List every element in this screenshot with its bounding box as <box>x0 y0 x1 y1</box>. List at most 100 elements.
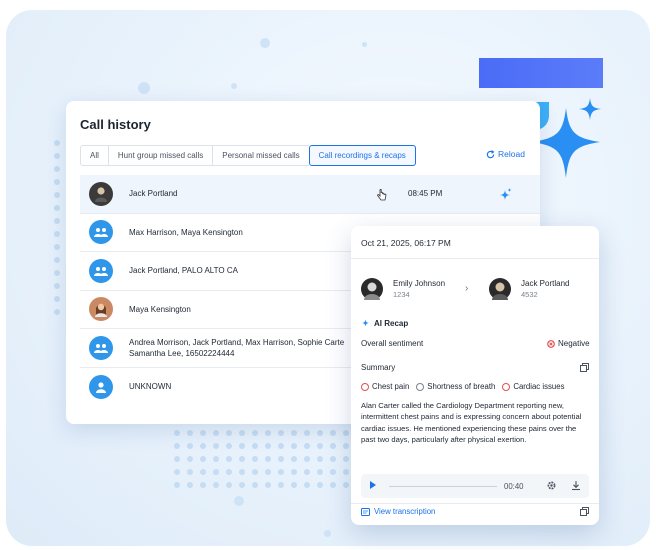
decor-dot <box>187 443 193 449</box>
decor-dot <box>330 456 336 462</box>
caller-name: Emily Johnson <box>393 279 446 288</box>
row-contact-name: Jack Portland <box>129 189 178 199</box>
decor-dot <box>213 430 219 436</box>
decor-dot <box>213 469 219 475</box>
ai-recap-sparkle-icon[interactable] <box>499 188 512 201</box>
row-contact-name: Max Harrison, Maya Kensington <box>129 227 243 237</box>
copy-icon[interactable] <box>580 507 589 516</box>
group-icon <box>89 220 113 245</box>
decor-dot <box>226 456 232 462</box>
decor-dot <box>226 482 232 488</box>
tag-shortness-of-breath: Shortness of breath <box>416 382 495 391</box>
sentiment-value: Negative <box>558 339 590 348</box>
decor-dot <box>265 469 271 475</box>
tag-chest-pain: Chest pain <box>361 382 409 391</box>
gear-icon[interactable] <box>546 480 557 491</box>
play-icon[interactable] <box>370 481 376 489</box>
sentiment-badge: Negative <box>547 339 590 348</box>
reload-button[interactable]: Reload <box>486 149 525 159</box>
copy-icon[interactable] <box>580 363 589 372</box>
chevron-right-icon: › <box>465 283 469 294</box>
avatar <box>489 278 511 300</box>
decor-dot <box>317 430 323 436</box>
decor-dot <box>291 469 297 475</box>
view-transcription-label: View transcription <box>374 507 436 516</box>
decor-dot <box>362 42 367 47</box>
audio-progress-track[interactable] <box>389 485 497 487</box>
decor-dot <box>239 443 245 449</box>
decor-dot <box>265 443 271 449</box>
decor-dot <box>54 244 60 250</box>
avatar <box>89 181 113 206</box>
decor-dot <box>200 430 206 436</box>
ai-recap-heading: AI Recap <box>361 318 408 328</box>
table-row[interactable]: Jack Portland 08:45 PM <box>80 175 540 214</box>
decor-dot <box>200 456 206 462</box>
decor-dot <box>343 456 349 462</box>
decor-dot <box>200 482 206 488</box>
tag-label: Shortness of breath <box>427 382 496 391</box>
decor-dot <box>138 82 150 94</box>
filter-tabs: All Hunt group missed calls Personal mis… <box>80 145 416 166</box>
decor-dot <box>304 456 310 462</box>
tab-all[interactable]: All <box>80 145 108 166</box>
decor-dot <box>260 38 270 48</box>
decor-dot <box>231 83 237 89</box>
view-transcription-link[interactable]: View transcription <box>361 507 435 516</box>
sparkle-icon <box>362 319 369 327</box>
reload-icon <box>486 149 495 158</box>
decor-dot <box>54 179 60 185</box>
decor-dot <box>187 482 193 488</box>
decor-dot <box>343 482 349 488</box>
decor-dot <box>265 482 271 488</box>
group-icon <box>89 258 113 283</box>
callee-info: Jack Portland 4532 <box>489 278 569 300</box>
decor-dot <box>278 482 284 488</box>
transcript-icon <box>361 507 370 516</box>
decor-dot <box>252 430 258 436</box>
decor-bar-top <box>479 58 603 88</box>
caller-name-block: Emily Johnson 1234 <box>393 278 445 300</box>
symptom-tags: Chest pain Shortness of breath Cardiac i… <box>361 382 564 391</box>
decor-dot <box>343 430 349 436</box>
decor-dot <box>239 469 245 475</box>
decor-dot <box>174 482 180 488</box>
decor-dot <box>252 443 258 449</box>
row-name-line1: Andrea Morrison, Jack Portland, Max Harr… <box>129 337 345 347</box>
tab-call-recordings[interactable]: Call recordings & recaps <box>308 145 416 166</box>
summary-text: Alan Carter called the Cardiology Depart… <box>361 401 582 445</box>
decor-dot <box>187 456 193 462</box>
tab-hunt-group-missed[interactable]: Hunt group missed calls <box>107 145 213 166</box>
tab-personal-missed[interactable]: Personal missed calls <box>212 145 309 166</box>
decor-dot <box>343 443 349 449</box>
decor-dot <box>330 469 336 475</box>
ai-recap-card: Oct 21, 2025, 06:17 PM Emily Johnson 123… <box>351 226 599 525</box>
recap-date: Oct 21, 2025, 06:17 PM <box>361 238 451 248</box>
person-icon <box>89 374 113 399</box>
row-contact-name: UNKNOWN <box>129 382 172 392</box>
decor-dot <box>278 443 284 449</box>
decor-dot <box>174 469 180 475</box>
decor-dot <box>304 430 310 436</box>
decor-dot <box>265 456 271 462</box>
decor-dot <box>187 430 193 436</box>
download-icon[interactable] <box>571 480 581 491</box>
decor-dot <box>324 530 331 537</box>
decor-dot <box>54 153 60 159</box>
decor-dot <box>213 482 219 488</box>
decor-dot <box>252 469 258 475</box>
decor-dot <box>317 443 323 449</box>
row-contact-name: Jack Portland, PALO ALTO CA <box>129 266 238 276</box>
decor-dot <box>54 192 60 198</box>
decor-dot <box>304 482 310 488</box>
decor-dot <box>54 296 60 302</box>
decor-dot <box>174 430 180 436</box>
avatar <box>361 278 383 300</box>
row-name-line2: Samantha Lee, 16502224444 <box>129 348 235 358</box>
decor-dot <box>278 469 284 475</box>
row-contact-name: Maya Kensington <box>129 304 191 314</box>
decor-dot <box>317 482 323 488</box>
decor-dot <box>317 469 323 475</box>
decor-dot <box>265 430 271 436</box>
reload-label: Reload <box>498 149 525 159</box>
